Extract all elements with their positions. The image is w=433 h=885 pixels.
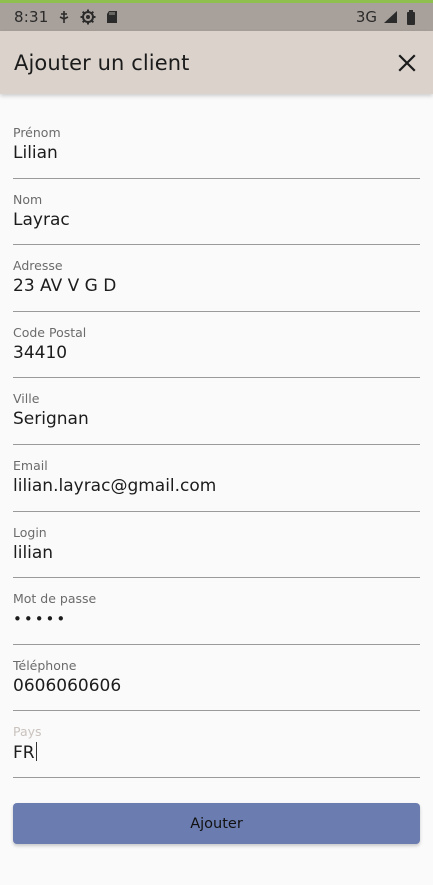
login-field: Login lilian — [13, 512, 420, 579]
email-label: Email — [13, 457, 48, 473]
password-label: Mot de passe — [13, 591, 97, 607]
close-button[interactable] — [393, 49, 421, 77]
country-input[interactable]: FR — [13, 742, 420, 763]
country-value: FR — [13, 743, 35, 764]
sd-card-icon — [104, 9, 120, 25]
city-input[interactable]: Serignan — [13, 409, 420, 429]
first-name-input[interactable]: Lilian — [13, 143, 420, 163]
app-bar: Ajouter un client — [0, 31, 433, 94]
address-field: Adresse 23 AV V G D — [13, 245, 420, 312]
add-button[interactable]: Ajouter — [13, 803, 420, 844]
login-label: Login — [13, 524, 47, 540]
battery-icon — [403, 9, 419, 25]
status-time: 8:31 — [14, 8, 49, 26]
country-field: Pays FR — [13, 711, 420, 778]
phone-input[interactable]: 0606060606 — [13, 676, 420, 696]
country-label: Pays — [13, 724, 42, 740]
signal-icon — [382, 9, 398, 25]
usb-debug-icon — [56, 9, 72, 25]
postal-code-input[interactable]: 34410 — [13, 343, 420, 363]
city-label: Ville — [13, 391, 40, 407]
address-input[interactable]: 23 AV V G D — [13, 276, 420, 296]
phone-field: Téléphone 0606060606 — [13, 645, 420, 712]
postal-code-label: Code Postal — [13, 324, 87, 340]
city-field: Ville Serignan — [13, 378, 420, 445]
status-right: 3G — [356, 8, 419, 26]
email-input[interactable]: lilian.layrac@gmail.com — [13, 476, 420, 496]
password-input[interactable]: ••••• — [13, 610, 420, 628]
client-form: Prénom Lilian Nom Layrac Adresse 23 AV V… — [13, 112, 420, 778]
status-bar: 8:31 3G — [0, 0, 433, 31]
first-name-label: Prénom — [13, 125, 61, 140]
password-field: Mot de passe ••••• — [13, 578, 420, 645]
settings-gear-icon — [80, 9, 96, 25]
network-type: 3G — [355, 8, 377, 26]
last-name-input[interactable]: Layrac — [13, 210, 420, 230]
email-field: Email lilian.layrac@gmail.com — [13, 445, 420, 512]
last-name-field: Nom Layrac — [13, 179, 420, 246]
page-title: Ajouter un client — [14, 50, 190, 75]
address-label: Adresse — [13, 258, 63, 274]
close-icon — [398, 53, 416, 72]
login-input[interactable]: lilian — [13, 543, 420, 563]
text-caret — [35, 742, 37, 762]
last-name-label: Nom — [13, 191, 43, 207]
status-left: 8:31 — [14, 8, 120, 26]
postal-code-field: Code Postal 34410 — [13, 312, 420, 379]
first-name-field: Prénom Lilian — [13, 112, 420, 179]
phone-label: Téléphone — [13, 657, 77, 673]
